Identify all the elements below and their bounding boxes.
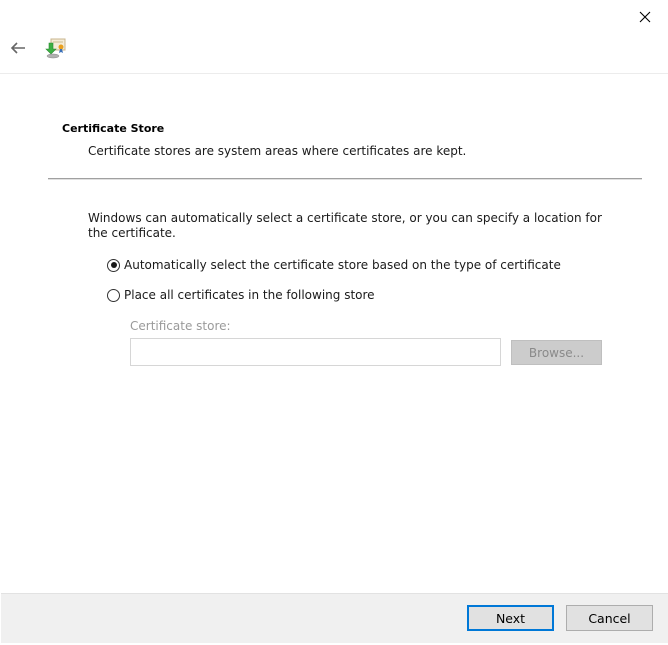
radio-button-checked[interactable] <box>107 258 120 272</box>
header-divider <box>0 73 668 74</box>
close-icon <box>639 11 651 23</box>
radio-place-in-store-label: Place all certificates in the following … <box>124 288 375 302</box>
next-button[interactable]: Next <box>467 605 554 631</box>
back-arrow-icon <box>10 42 25 54</box>
section-description: Certificate stores are system areas wher… <box>88 144 467 158</box>
section-divider <box>48 178 642 180</box>
certificate-store-label: Certificate store: <box>130 319 231 333</box>
intro-text: Windows can automatically select a certi… <box>88 211 602 240</box>
close-button[interactable] <box>630 2 660 32</box>
radio-place-in-store[interactable]: Place all certificates in the following … <box>107 288 375 302</box>
section-title: Certificate Store <box>62 122 165 135</box>
certificate-import-icon <box>44 36 68 60</box>
cancel-button[interactable]: Cancel <box>566 605 653 631</box>
back-button[interactable] <box>8 38 28 58</box>
radio-auto-select[interactable]: Automatically select the certificate sto… <box>107 258 561 272</box>
radio-button-unchecked[interactable] <box>107 288 120 302</box>
certificate-store-input[interactable] <box>130 338 501 366</box>
radio-auto-select-label: Automatically select the certificate sto… <box>124 258 561 272</box>
browse-button[interactable]: Browse... <box>511 340 602 365</box>
